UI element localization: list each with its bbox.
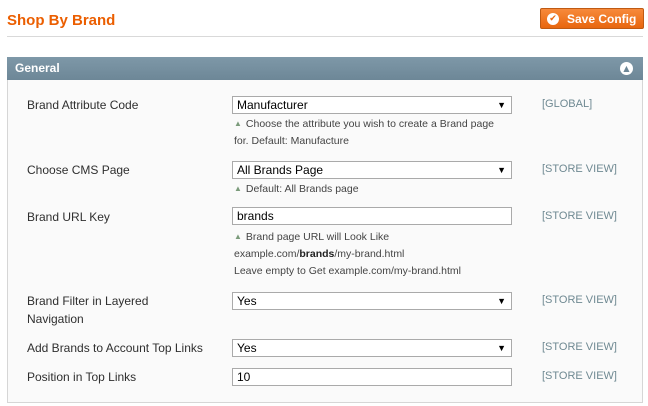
url-key-note-suffix: /my-brand.html <box>334 248 405 260</box>
brand-attribute-select[interactable]: Manufacturer ▼ <box>232 96 512 114</box>
triangle-down-icon: ▼ <box>497 343 506 353</box>
brand-attribute-label: Brand Attribute Code <box>27 98 139 112</box>
layered-nav-label: Brand Filter in Layered Navigation <box>27 292 148 328</box>
layered-nav-scope: [STORE VIEW] <box>542 294 617 306</box>
layered-nav-value: Yes <box>237 294 257 308</box>
cms-page-note-text: Default: All Brands page <box>245 183 359 195</box>
top-links-scope: [STORE VIEW] <box>542 341 617 353</box>
brand-attribute-note-line1: Choose the attribute you wish to create … <box>245 118 494 130</box>
triangle-down-icon: ▼ <box>497 296 506 306</box>
url-key-note-line1: Brand page URL will Look Like <box>245 231 390 243</box>
cms-page-value: All Brands Page <box>237 163 324 177</box>
save-config-button[interactable]: ✔ Save Config <box>540 8 644 29</box>
url-key-note: ▲ Brand page URL will Look Like example.c… <box>234 228 461 280</box>
layered-nav-label-line2: Navigation <box>27 312 84 326</box>
layered-nav-label-line1: Brand Filter in Layered <box>27 294 149 308</box>
layered-nav-select[interactable]: Yes ▼ <box>232 292 512 310</box>
triangle-down-icon: ▼ <box>497 100 506 110</box>
triangle-up-icon: ▲ <box>234 119 242 128</box>
url-key-scope: [STORE VIEW] <box>542 210 617 222</box>
brand-attribute-note: ▲ Choose the attribute you wish to create… <box>234 115 494 150</box>
url-key-label: Brand URL Key <box>27 210 110 224</box>
check-icon: ✔ <box>547 12 559 25</box>
position-input[interactable]: 10 <box>232 368 512 386</box>
position-label: Position in Top Links <box>27 370 137 384</box>
position-scope: [STORE VIEW] <box>542 370 617 382</box>
top-links-value: Yes <box>237 341 257 355</box>
title-divider <box>7 36 643 37</box>
top-links-label: Add Brands to Account Top Links <box>27 341 203 355</box>
url-key-note-bold: brands <box>299 248 335 260</box>
cms-page-label: Choose CMS Page <box>27 163 130 177</box>
triangle-up-icon: ▲ <box>234 232 242 241</box>
brand-attribute-note-line2: for. Default: Manufacture <box>234 135 349 147</box>
triangle-down-icon: ▼ <box>497 165 506 175</box>
chevron-up-icon[interactable]: ▲ <box>620 62 633 75</box>
cms-page-select[interactable]: All Brands Page ▼ <box>232 161 512 179</box>
url-key-note-prefix: example.com/ <box>234 248 300 260</box>
triangle-up-icon: ▲ <box>234 184 242 193</box>
cms-page-note: ▲ Default: All Brands page <box>234 180 359 198</box>
section-title: General <box>15 61 60 75</box>
brand-attribute-value: Manufacturer <box>237 98 308 112</box>
section-header-general[interactable]: General ▲ <box>7 57 643 80</box>
cms-page-scope: [STORE VIEW] <box>542 163 617 175</box>
url-key-input[interactable]: brands <box>232 207 512 225</box>
page-title: Shop By Brand <box>7 12 116 29</box>
save-config-label: Save Config <box>567 11 637 26</box>
brand-attribute-scope: [GLOBAL] <box>542 98 593 110</box>
url-key-note-line3: Leave empty to Get example.com/my-brand.… <box>234 265 462 277</box>
top-links-select[interactable]: Yes ▼ <box>232 339 512 357</box>
